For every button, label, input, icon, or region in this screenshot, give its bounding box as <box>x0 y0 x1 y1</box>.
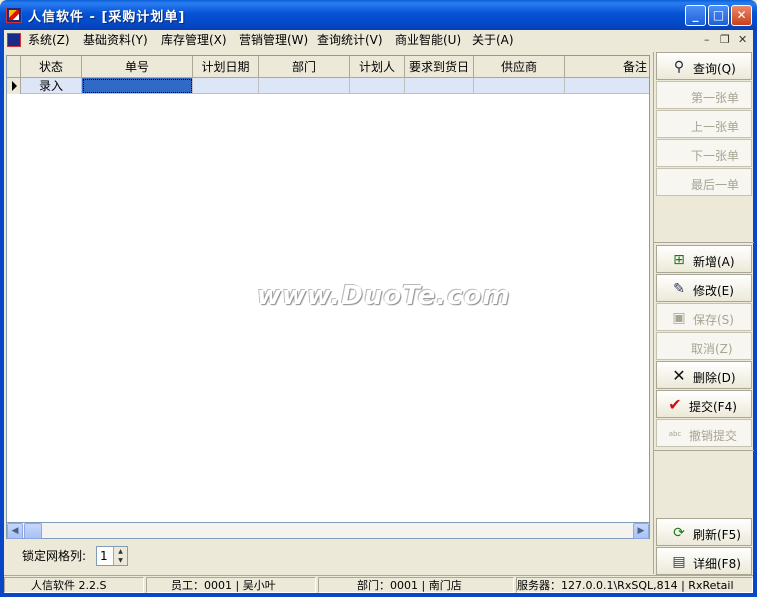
refresh-button[interactable]: ⟳ 刷新(F5) <box>656 518 752 546</box>
title-bar: 人信软件 - [采购计划单] _ □ ✕ <box>0 0 757 30</box>
query-button-label: 查询(Q) <box>693 62 736 76</box>
add-document-icon: ⊞ <box>673 252 685 268</box>
cell-arrival[interactable] <box>405 78 474 94</box>
toolbar-separator <box>654 242 754 243</box>
detail-document-icon: ▤ <box>672 554 686 570</box>
refresh-button-label: 刷新(F5) <box>693 528 741 542</box>
right-toolbar: ⚲ 查询(Q) 第一张单 上一张单 下一张单 最后一单 ⊞ 新增(A) ✎ 修改… <box>653 52 754 575</box>
delete-button-label: 删除(D) <box>693 371 736 385</box>
column-header[interactable]: 计划人 <box>350 56 405 78</box>
query-button[interactable]: ⚲ 查询(Q) <box>656 52 752 80</box>
column-header[interactable]: 计划日期 <box>193 56 259 78</box>
delete-button[interactable]: ✕ 删除(D) <box>656 361 752 389</box>
first-record-button[interactable]: 第一张单 <box>656 81 752 109</box>
mdi-child-icon[interactable] <box>7 33 21 47</box>
save-button-label: 保存(S) <box>693 313 734 327</box>
scroll-right-arrow[interactable]: ▶ <box>633 523 649 539</box>
edit-button-label: 修改(E) <box>693 284 734 298</box>
window-title: 人信软件 - [采购计划单] <box>28 10 186 25</box>
mdi-restore-button[interactable]: ❐ <box>720 33 730 46</box>
column-header[interactable]: 供应商 <box>474 56 565 78</box>
delete-x-icon: ✕ <box>672 366 686 385</box>
close-button[interactable]: ✕ <box>731 5 752 26</box>
detail-button-label: 详细(F8) <box>693 557 741 571</box>
submit-button[interactable]: ✔ 提交(F4) <box>656 390 752 418</box>
last-record-button[interactable]: 最后一单 <box>656 168 752 196</box>
detail-button[interactable]: ▤ 详细(F8) <box>656 547 752 575</box>
next-record-button[interactable]: 下一张单 <box>656 139 752 167</box>
menu-about[interactable]: 关于(A) <box>472 32 514 48</box>
unsubmit-button[interactable]: abc 撤销提交 <box>656 419 752 447</box>
scroll-left-arrow[interactable]: ◀ <box>7 523 23 539</box>
lock-columns-value[interactable]: 1 <box>100 549 108 563</box>
status-employee: 员工：0001 | 吴小叶 <box>146 577 316 593</box>
binoculars-icon: ⚲ <box>673 59 685 75</box>
column-header[interactable]: 状态 <box>21 56 82 78</box>
grid-header: 状态 单号 计划日期 部门 计划人 要求到货日 供应商 备注 <box>7 56 649 78</box>
menu-system[interactable]: 系统(Z) <box>28 32 70 48</box>
menu-inventory[interactable]: 库存管理(X) <box>161 32 227 48</box>
previous-record-label: 上一张单 <box>691 120 740 134</box>
edit-icon: ✎ <box>673 281 685 297</box>
abc-spellcheck-icon: abc <box>668 430 682 438</box>
column-header[interactable]: 备注 <box>565 56 649 78</box>
mdi-minimize-button[interactable]: – <box>704 33 710 46</box>
table-row[interactable]: 录入 <box>7 78 649 94</box>
last-record-label: 最后一单 <box>691 178 740 192</box>
status-server: 服务器：127.0.0.1\RxSQL,814 | RxRetail <box>516 577 753 593</box>
window-frame-right <box>753 30 757 597</box>
menu-basic-data[interactable]: 基础资料(Y) <box>83 32 148 48</box>
column-header[interactable]: 部门 <box>259 56 350 78</box>
horizontal-scrollbar[interactable]: ◀ ▶ <box>6 523 650 539</box>
maximize-button[interactable]: □ <box>708 5 729 26</box>
add-button-label: 新增(A) <box>693 255 735 269</box>
first-record-label: 第一张单 <box>691 91 740 105</box>
cell-note[interactable] <box>565 78 649 94</box>
data-grid[interactable]: 状态 单号 计划日期 部门 计划人 要求到货日 供应商 备注 录入 www.Du… <box>6 55 650 523</box>
window-frame-left <box>0 30 4 597</box>
floppy-disk-icon: ▣ <box>672 310 686 326</box>
status-bar: 人信软件 2.2.S 员工：0001 | 吴小叶 部门：0001 | 南门店 服… <box>4 575 753 593</box>
cancel-button-label: 取消(Z) <box>691 342 733 356</box>
next-record-label: 下一张单 <box>691 149 740 163</box>
status-app-version: 人信软件 2.2.S <box>4 577 144 593</box>
menu-query-stats[interactable]: 查询统计(V) <box>317 32 383 48</box>
scroll-thumb[interactable] <box>24 523 42 539</box>
cell-dept[interactable] <box>259 78 350 94</box>
menu-marketing[interactable]: 营销管理(W) <box>239 32 308 48</box>
cell-date[interactable] <box>193 78 259 94</box>
previous-record-button[interactable]: 上一张单 <box>656 110 752 138</box>
add-button[interactable]: ⊞ 新增(A) <box>656 245 752 273</box>
spinner-buttons[interactable]: ▲ ▼ <box>113 547 127 565</box>
cell-number[interactable] <box>82 78 193 94</box>
status-department: 部门：0001 | 南门店 <box>318 577 514 593</box>
watermark: www.DuoTe.com <box>257 281 511 311</box>
column-header[interactable]: 单号 <box>82 56 193 78</box>
menu-business-intelligence[interactable]: 商业智能(U) <box>395 32 461 48</box>
cell-planner[interactable] <box>350 78 405 94</box>
menu-bar: 系统(Z) 基础资料(Y) 库存管理(X) 营销管理(W) 查询统计(V) 商业… <box>4 30 753 50</box>
column-header[interactable]: 要求到货日 <box>405 56 474 78</box>
cell-supplier[interactable] <box>474 78 565 94</box>
toolbar-separator <box>654 450 754 451</box>
cell-status[interactable]: 录入 <box>21 78 82 94</box>
submit-button-label: 提交(F4) <box>689 400 737 414</box>
lock-columns-label: 锁定网格列: <box>22 549 87 563</box>
edit-button[interactable]: ✎ 修改(E) <box>656 274 752 302</box>
window-frame-bottom <box>0 593 757 597</box>
minimize-button[interactable]: _ <box>685 5 706 26</box>
checkmark-icon: ✔ <box>668 395 682 414</box>
save-button[interactable]: ▣ 保存(S) <box>656 303 752 331</box>
refresh-icon: ⟳ <box>673 525 685 541</box>
lock-columns-spinner[interactable]: 1 ▲ ▼ <box>96 546 128 566</box>
app-icon[interactable] <box>6 7 22 23</box>
unsubmit-button-label: 撤销提交 <box>689 429 738 443</box>
mdi-close-button[interactable]: ✕ <box>738 33 747 46</box>
cancel-button[interactable]: 取消(Z) <box>656 332 752 360</box>
header-corner <box>7 56 21 78</box>
